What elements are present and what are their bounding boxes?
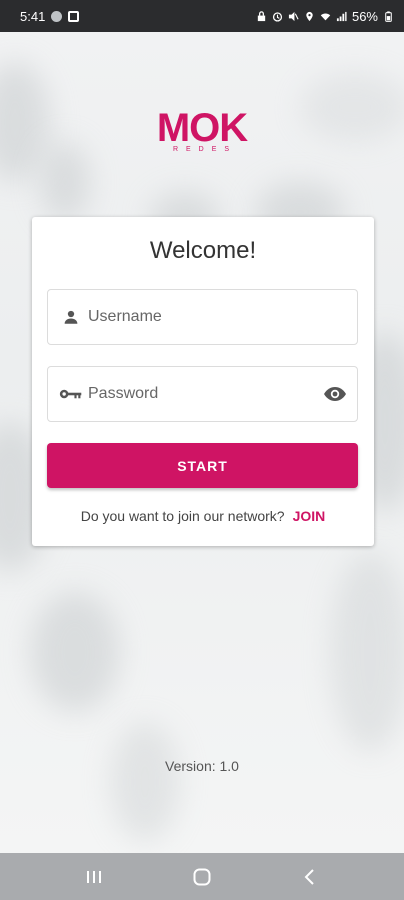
join-prompt: Do you want to join our network? [80,508,285,524]
sync-icon [51,10,63,22]
alarm-icon [272,11,283,22]
start-button[interactable]: START [47,443,358,488]
battery-icon [385,10,392,22]
home-icon[interactable] [172,857,232,897]
back-icon[interactable] [280,857,340,897]
location-icon [306,11,313,21]
password-input[interactable] [88,367,313,421]
status-right: 56% [256,9,394,24]
key-icon [48,367,88,421]
username-field[interactable] [47,289,358,345]
join-row: Do you want to join our network? JOIN [32,508,374,524]
join-link[interactable]: JOIN [293,508,326,524]
recents-icon[interactable] [64,857,124,897]
username-input[interactable] [88,290,357,344]
logo-tagline: REDES [172,146,238,153]
mute-icon [288,11,299,21]
eye-icon[interactable] [313,367,357,421]
status-bar: 5:41 56% [0,0,404,32]
login-card: Welcome! START Do you want to join our n… [32,217,374,546]
notification-icon [68,10,80,22]
battery-percent: 56% [351,8,378,24]
app-version: Version: 1.0 [165,758,239,774]
system-nav-bar [0,853,404,900]
status-left: 5:41 [20,8,80,24]
person-icon [48,290,88,344]
wifi-icon [320,13,331,20]
signal-icon [336,11,347,21]
lock-icon [257,10,266,21]
welcome-title: Welcome! [149,237,257,264]
password-field[interactable] [47,366,358,422]
status-time: 5:41 [20,8,46,24]
brand-logo: MOK REDES [0,108,404,153]
logo-wordmark: MOK [156,106,248,150]
